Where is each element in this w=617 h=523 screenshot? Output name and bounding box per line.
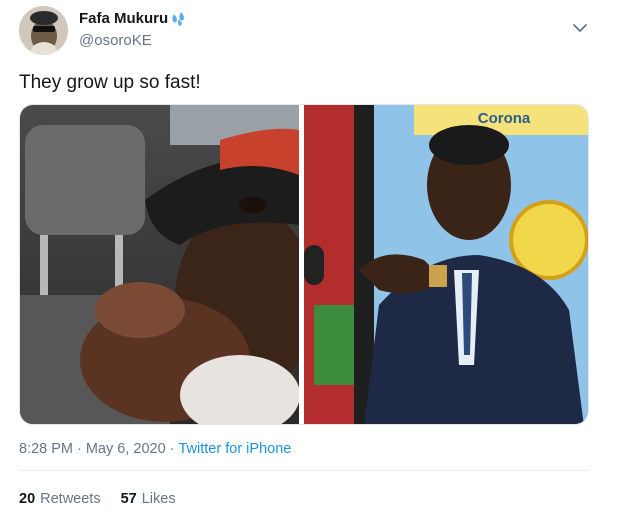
tweet-time[interactable]: 8:28 PM: [19, 441, 73, 457]
child-pointing-photo: [20, 105, 299, 424]
meta-separator: ·: [169, 441, 175, 457]
meta-separator: ·: [77, 441, 82, 457]
retweets-label: Retweets: [40, 491, 101, 507]
retweets-stat[interactable]: 20 Retweets: [19, 491, 101, 507]
tweet-meta: 8:28 PM · May 6, 2020 · Twitter for iPho…: [19, 441, 291, 457]
tweet-source-link[interactable]: Twitter for iPhone: [179, 441, 292, 457]
media-left-photo[interactable]: [20, 105, 299, 424]
author-name[interactable]: Fafa Mukuru: [79, 10, 168, 27]
author-name-row[interactable]: Fafa Mukuru: [79, 10, 186, 27]
likes-label: Likes: [141, 491, 176, 507]
tweet-stats: 20 Retweets 57 Likes: [19, 491, 196, 507]
author-handle[interactable]: @osoroKE: [79, 32, 152, 49]
divider: [19, 470, 589, 471]
sweat-droplets-icon: [172, 11, 185, 26]
chevron-down-icon[interactable]: [572, 22, 588, 34]
tweet-date[interactable]: May 6, 2020: [86, 441, 166, 457]
tweet-media[interactable]: Corona: [19, 104, 589, 425]
tweet-text: They grow up so fast!: [19, 72, 201, 93]
retweets-count: 20: [19, 491, 36, 507]
media-right-photo[interactable]: Corona: [304, 105, 588, 424]
likes-stat[interactable]: 57 Likes: [121, 491, 176, 507]
avatar-image: [19, 6, 68, 55]
avatar[interactable]: [19, 6, 68, 55]
tweet-card: Fafa Mukuru @osoroKE They grow up so fas…: [0, 0, 617, 523]
banner-text: Corona: [478, 110, 531, 127]
likes-count: 57: [120, 491, 137, 507]
man-pointing-photo: Corona: [304, 105, 588, 424]
